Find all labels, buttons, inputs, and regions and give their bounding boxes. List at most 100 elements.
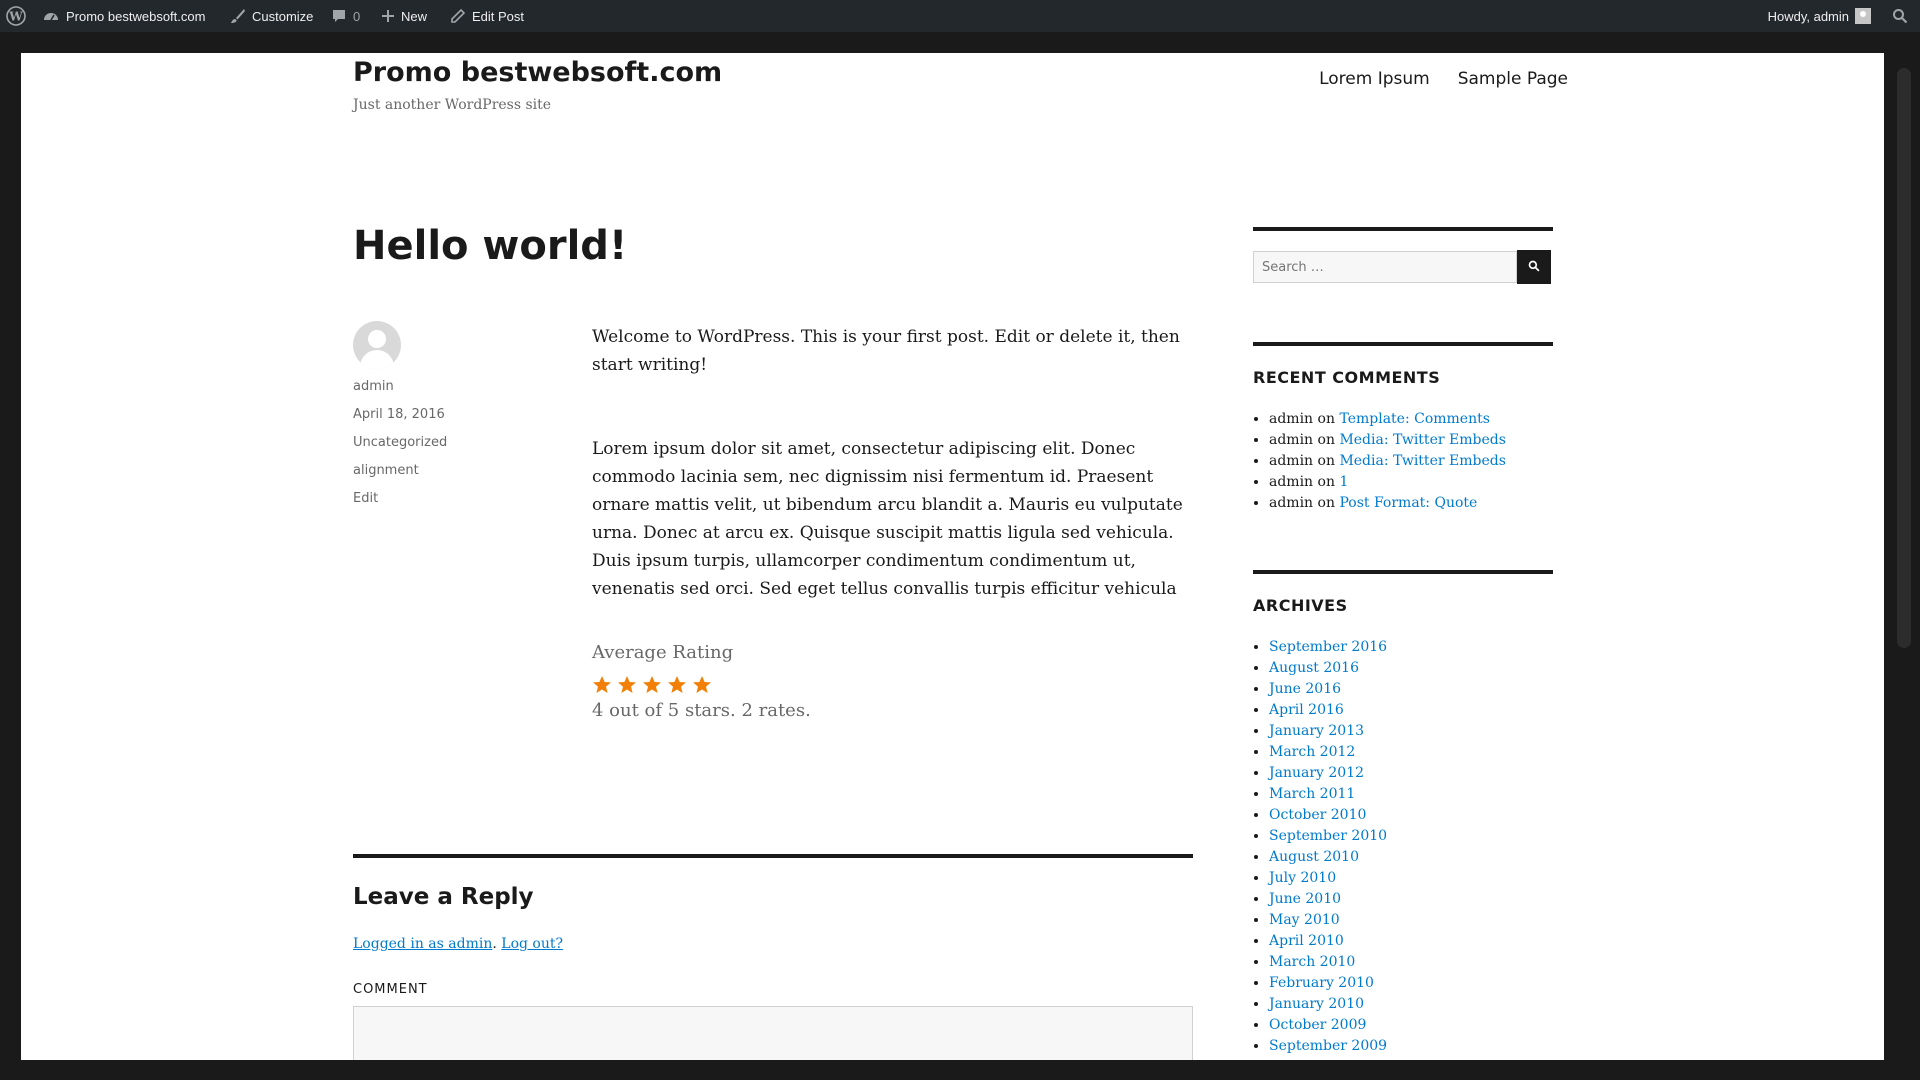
comments-button[interactable]: 0 (331, 0, 360, 32)
archive-link[interactable]: June 2010 (1269, 891, 1341, 907)
logged-in-notice: Logged in as admin. Log out? (353, 936, 563, 952)
post-meta: admin April 18, 2016 Uncategorized align… (353, 379, 447, 519)
nav-item-sample-page[interactable]: Sample Page (1458, 69, 1568, 89)
nav-item-lorem-ipsum[interactable]: Lorem Ipsum (1319, 69, 1430, 89)
archive-item: February 2010 (1269, 973, 1553, 994)
archive-item: June 2010 (1269, 889, 1553, 910)
comment-textarea[interactable] (353, 1006, 1193, 1060)
comment-post-link[interactable]: 1 (1339, 474, 1348, 490)
pencil-icon (450, 8, 466, 24)
howdy-label: Howdy, admin (1767, 8, 1849, 24)
edit-post-label: Edit Post (472, 8, 525, 24)
star-icon[interactable] (692, 675, 712, 695)
comment-on-word: on (1317, 474, 1335, 490)
search-submit-button[interactable] (1517, 250, 1551, 284)
recent-comments-list: admin on Template: Comments admin on Med… (1253, 409, 1553, 514)
archive-item: January 2012 (1269, 763, 1553, 784)
archive-link[interactable]: October 2010 (1269, 807, 1366, 823)
logout-link[interactable]: Log out? (501, 936, 563, 952)
archive-link[interactable]: September 2010 (1269, 828, 1387, 844)
archive-link[interactable]: September 2016 (1269, 639, 1387, 655)
site-name-label: Promo bestwebsoft.com (66, 8, 206, 24)
archive-link[interactable]: June 2016 (1269, 681, 1341, 697)
recent-comments-title: RECENT COMMENTS (1253, 368, 1441, 387)
new-content-button[interactable]: New (381, 0, 427, 32)
post-tag-link[interactable]: alignment (353, 463, 447, 491)
archive-link[interactable]: March 2011 (1269, 786, 1355, 802)
recent-comment-item: admin on Media: Twitter Embeds (1269, 430, 1553, 451)
star-icon[interactable] (642, 675, 662, 695)
archive-link[interactable]: April 2016 (1269, 702, 1344, 718)
post-category-link[interactable]: Uncategorized (353, 435, 447, 463)
archive-link[interactable]: October 2009 (1269, 1017, 1366, 1033)
archive-link[interactable]: August 2016 (1269, 660, 1359, 676)
archive-link[interactable]: July 2010 (1269, 870, 1336, 886)
avatar-head-shape (368, 330, 386, 348)
site-name-menu[interactable]: Promo bestwebsoft.com (42, 0, 205, 32)
user-account-menu[interactable]: Howdy, admin (1768, 0, 1871, 32)
archive-item: September 2009 (1269, 1036, 1553, 1057)
archive-item: January 2013 (1269, 721, 1553, 742)
page-container: Promo bestwebsoft.com Just another WordP… (21, 53, 1884, 1060)
post-author-link[interactable]: admin (353, 379, 447, 407)
archive-link[interactable]: May 2010 (1269, 912, 1340, 928)
wordpress-logo-menu[interactable]: W (6, 0, 32, 32)
search-widget (1253, 227, 1553, 284)
archives-list: September 2016 August 2016 June 2016 Apr… (1253, 637, 1553, 1057)
comment-post-link[interactable]: Post Format: Quote (1339, 495, 1477, 511)
archive-link[interactable]: January 2013 (1269, 723, 1364, 739)
admin-bar: W Promo bestwebsoft.com Customize 0 New … (0, 0, 1920, 32)
archive-item: September 2016 (1269, 637, 1553, 658)
page-scrollbar[interactable] (1884, 32, 1920, 1080)
admin-search-button[interactable] (1892, 0, 1914, 32)
comment-post-link[interactable]: Media: Twitter Embeds (1339, 432, 1505, 448)
author-avatar[interactable] (353, 321, 401, 369)
paintbrush-icon (230, 8, 246, 24)
logged-in-link[interactable]: Logged in as admin (353, 936, 492, 952)
scrollbar-thumb[interactable] (1897, 68, 1911, 648)
search-input[interactable] (1253, 251, 1517, 283)
archives-widget: ARCHIVES September 2016 August 2016 June… (1253, 570, 1553, 1057)
customize-label: Customize (252, 8, 314, 24)
archive-link[interactable]: August 2010 (1269, 849, 1359, 865)
comment-on-word: on (1317, 495, 1335, 511)
recent-comment-item: admin on Media: Twitter Embeds (1269, 451, 1553, 472)
archive-item: August 2010 (1269, 847, 1553, 868)
dashboard-icon (42, 7, 60, 25)
archive-item: October 2009 (1269, 1015, 1553, 1036)
comment-post-link[interactable]: Template: Comments (1339, 411, 1489, 427)
archive-item: July 2010 (1269, 868, 1553, 889)
star-icon[interactable] (667, 675, 687, 695)
post-edit-link[interactable]: Edit (353, 491, 447, 519)
site-title[interactable]: Promo bestwebsoft.com (353, 57, 722, 88)
archive-link[interactable]: February 2010 (1269, 975, 1374, 991)
comment-on-word: on (1317, 432, 1335, 448)
comment-on-word: on (1317, 411, 1335, 427)
star-icon[interactable] (592, 675, 612, 695)
edit-post-button[interactable]: Edit Post (450, 0, 524, 32)
archive-link[interactable]: March 2010 (1269, 954, 1355, 970)
archive-item: September 2010 (1269, 826, 1553, 847)
archive-item: May 2010 (1269, 910, 1553, 931)
rating-stars[interactable] (592, 675, 1192, 695)
post-paragraph: Welcome to WordPress. This is your first… (592, 327, 1180, 375)
archive-item: August 2016 (1269, 658, 1553, 679)
search-icon (1528, 260, 1540, 275)
post-title: Hello world! (353, 223, 628, 269)
star-icon[interactable] (617, 675, 637, 695)
customize-button[interactable]: Customize (230, 0, 313, 32)
post-content: Welcome to WordPress. This is your first… (592, 323, 1192, 725)
post-date-link[interactable]: April 18, 2016 (353, 407, 447, 435)
wordpress-icon: W (6, 6, 26, 26)
user-avatar (1855, 8, 1871, 24)
archive-link[interactable]: March 2012 (1269, 744, 1355, 760)
avatar-body-shape (360, 350, 394, 369)
archive-link[interactable]: January 2012 (1269, 765, 1364, 781)
archive-link[interactable]: September 2009 (1269, 1038, 1387, 1054)
comment-bubble-icon (331, 8, 347, 24)
comment-author: admin (1269, 474, 1314, 490)
comment-post-link[interactable]: Media: Twitter Embeds (1339, 453, 1505, 469)
archive-link[interactable]: April 2010 (1269, 933, 1344, 949)
recent-comment-item: admin on Post Format: Quote (1269, 493, 1553, 514)
archive-link[interactable]: January 2010 (1269, 996, 1364, 1012)
